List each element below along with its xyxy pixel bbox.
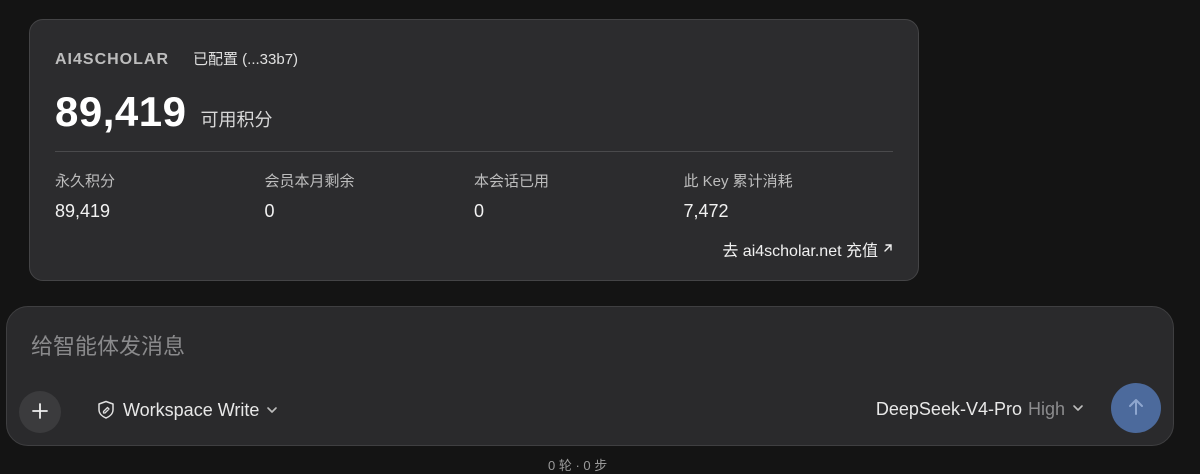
message-composer: Workspace Write DeepSeek-V4-Pro High <box>6 306 1174 446</box>
recharge-link-label: 去 ai4scholar.net 充值 <box>722 243 878 260</box>
divider <box>55 151 893 152</box>
message-input[interactable] <box>31 327 1131 367</box>
stat-member-remaining: 会员本月剩余 0 <box>265 170 475 222</box>
stat-value: 89,419 <box>55 201 111 221</box>
card-header: AI4SCHOLAR 已配置 (...33b7) <box>55 48 298 69</box>
add-button[interactable] <box>19 391 61 433</box>
stat-value: 7,472 <box>683 201 729 221</box>
stat-session-used: 本会话已用 0 <box>474 170 684 222</box>
arrow-up-right-icon <box>882 241 894 257</box>
send-button[interactable] <box>1111 383 1161 433</box>
session-summary: 0 轮 · 0 步 <box>548 458 608 473</box>
config-status: 已配置 (...33b7) <box>193 51 299 68</box>
chevron-down-icon <box>1071 399 1085 420</box>
stat-label: 此 Key 累计消耗 <box>683 173 793 190</box>
stats-row: 永久积分 89,419 会员本月剩余 0 本会话已用 0 此 Key 累计消耗 … <box>55 170 893 222</box>
model-name: DeepSeek-V4-Pro <box>875 399 1022 419</box>
balance: 89,419 可用积分 <box>55 88 272 136</box>
brand-name: AI4SCHOLAR <box>55 51 170 68</box>
model-selector[interactable]: DeepSeek-V4-Pro High <box>876 399 1085 420</box>
arrow-up-icon <box>1125 396 1147 421</box>
plus-icon <box>31 397 49 427</box>
chevron-down-icon <box>265 403 279 417</box>
stat-value: 0 <box>264 201 275 221</box>
workspace-mode-label: Workspace Write <box>123 399 260 420</box>
stat-label: 本会话已用 <box>474 173 550 190</box>
balance-label: 可用积分 <box>200 110 273 130</box>
credits-card: AI4SCHOLAR 已配置 (...33b7) 89,419 可用积分 永久积… <box>29 19 919 281</box>
recharge-link[interactable]: 去 ai4scholar.net 充值 <box>722 237 894 261</box>
stat-key-total: 此 Key 累计消耗 7,472 <box>684 170 894 222</box>
shield-edit-icon <box>95 399 117 421</box>
model-effort: High <box>1027 399 1065 419</box>
stat-label: 永久积分 <box>55 173 116 190</box>
stat-value: 0 <box>474 201 485 221</box>
stat-permanent-credits: 永久积分 89,419 <box>55 170 265 222</box>
balance-value: 89,419 <box>55 88 187 135</box>
stat-label: 会员本月剩余 <box>264 173 355 190</box>
workspace-mode-selector[interactable]: Workspace Write <box>95 399 279 421</box>
